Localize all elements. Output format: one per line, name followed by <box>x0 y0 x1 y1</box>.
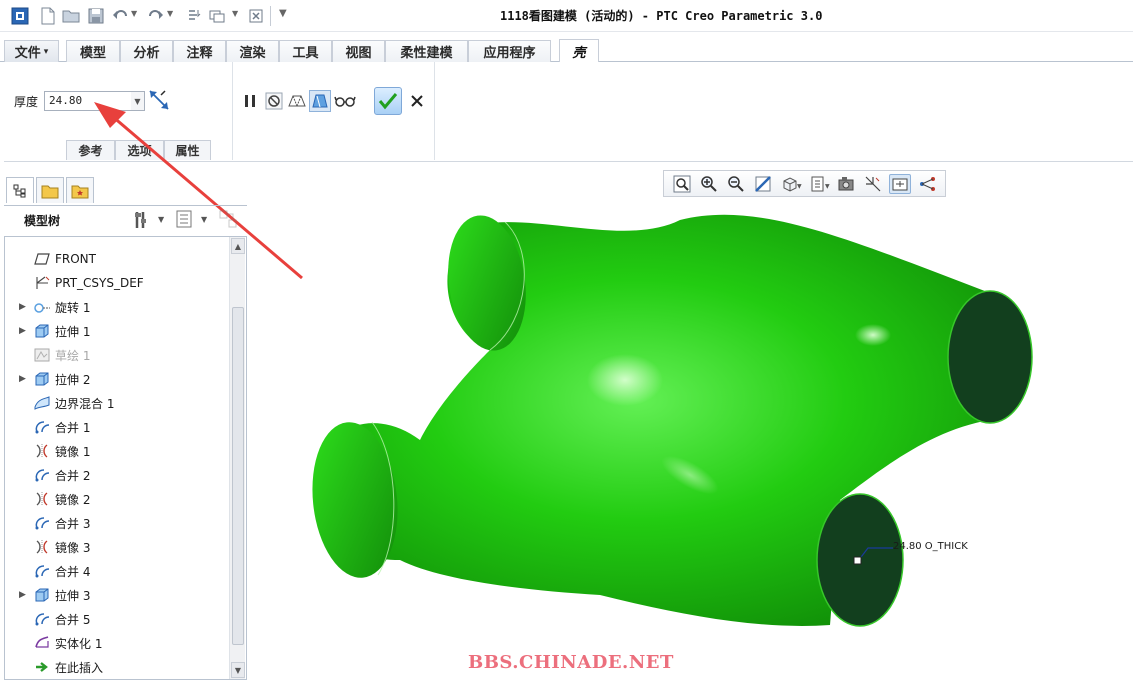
mirror-icon <box>33 490 51 508</box>
tree-item-label: 合并 3 <box>55 516 91 531</box>
tree-item[interactable]: ▶ 拉伸 2 <box>5 367 229 391</box>
merge-icon <box>33 610 51 628</box>
tree-scrollbar[interactable]: ▲ ▼ <box>229 237 245 679</box>
scroll-up-icon[interactable]: ▲ <box>231 238 245 254</box>
tree-item[interactable]: ▶ 拉伸 3 <box>5 583 229 607</box>
tree-item-label: PRT_CSYS_DEF <box>55 276 144 290</box>
tree-item[interactable]: 合并 4 <box>5 559 229 583</box>
model-tree-header: 模型树 ▼ ▼ <box>4 205 247 233</box>
revolve-icon <box>33 298 51 316</box>
tree-item[interactable]: 实体化 1 <box>5 631 229 655</box>
display-style-dropdown-icon[interactable]: ▼ <box>797 183 802 190</box>
tree-item-label: FRONT <box>55 252 96 266</box>
zoom-out-icon[interactable] <box>725 174 747 194</box>
thickness-dimension-label[interactable]: 24.80 O_THICK <box>893 541 968 552</box>
tree-item[interactable]: PRT_CSYS_DEF <box>5 271 229 295</box>
tree-item[interactable]: 合并 1 <box>5 415 229 439</box>
model-tree: FRONT PRT_CSYS_DEF ▶ 旋转 1 ▶ 拉伸 1 草绘 1 ▶ 拉伸 2 边界混合… <box>4 236 247 680</box>
refit-icon[interactable] <box>671 174 693 194</box>
tree-tab-icon <box>13 184 26 197</box>
tree-item[interactable]: FRONT <box>5 247 229 271</box>
expand-arrow-icon[interactable]: ▶ <box>19 374 26 384</box>
cap-right-top[interactable] <box>947 290 1033 424</box>
tree-item[interactable]: 合并 3 <box>5 511 229 535</box>
mirror-icon <box>33 442 51 460</box>
specular-highlight <box>855 324 891 346</box>
favorites-tab[interactable] <box>66 177 94 203</box>
scroll-down-icon[interactable]: ▼ <box>231 662 245 678</box>
tree-item-label: 镜像 2 <box>55 492 91 507</box>
tree-item-label: 边界混合 1 <box>55 396 115 411</box>
zoom-in-icon[interactable] <box>698 174 720 194</box>
tree-item-label: 合并 5 <box>55 612 91 627</box>
folder-icon <box>41 185 59 198</box>
tree-item[interactable]: 草绘 1 <box>5 343 229 367</box>
tree-columns-dropdown-icon[interactable]: ▼ <box>201 215 207 224</box>
extrude-icon <box>33 322 51 340</box>
tree-item-label: 拉伸 1 <box>55 324 91 339</box>
navigator-tabs <box>4 175 247 205</box>
folder-browser-tab[interactable] <box>36 177 64 203</box>
datum-plane-icon <box>33 250 51 268</box>
tree-item-label: 合并 1 <box>55 420 91 435</box>
tree-item-label: 拉伸 3 <box>55 588 91 603</box>
model-tree-tab[interactable] <box>6 177 34 203</box>
view-manager-icon[interactable] <box>835 174 857 194</box>
merge-icon <box>33 562 51 580</box>
tree-columns-icon[interactable] <box>176 210 194 230</box>
tree-item-label: 合并 2 <box>55 468 91 483</box>
solidify-icon <box>33 634 51 652</box>
expand-arrow-icon[interactable]: ▶ <box>19 302 26 312</box>
tree-item-label: 合并 4 <box>55 564 91 579</box>
tree-item[interactable]: 镜像 1 <box>5 439 229 463</box>
tree-item-label: 草绘 1 <box>55 348 91 363</box>
mirror-icon <box>33 538 51 556</box>
csys-icon <box>33 274 51 292</box>
tree-filter-icon[interactable] <box>219 210 239 230</box>
tree-settings-icon[interactable] <box>132 210 152 230</box>
saved-orientations-dropdown-icon[interactable]: ▼ <box>825 183 830 190</box>
graphics-viewport[interactable] <box>250 200 1133 684</box>
tree-item[interactable]: 镜像 3 <box>5 535 229 559</box>
tree-item[interactable]: ▶ 旋转 1 <box>5 295 229 319</box>
merge-icon <box>33 418 51 436</box>
merge-icon <box>33 514 51 532</box>
tree-item[interactable]: 在此插入 <box>5 655 229 679</box>
expand-arrow-icon[interactable]: ▶ <box>19 326 26 336</box>
spin-center-icon[interactable] <box>889 174 911 194</box>
insert-here-icon <box>33 658 51 676</box>
tree-item[interactable]: 合并 5 <box>5 607 229 631</box>
shell-model-body[interactable] <box>315 214 1030 626</box>
annotation-display-icon[interactable] <box>917 174 939 194</box>
model-tree-title: 模型树 <box>24 214 61 228</box>
tree-item-label: 镜像 1 <box>55 444 91 459</box>
datum-display-icon[interactable] <box>862 174 884 194</box>
specular-highlight <box>587 354 663 406</box>
graphics-toolbar: ▼ ▼ <box>663 170 946 197</box>
tree-item-label: 旋转 1 <box>55 300 91 315</box>
repaint-icon[interactable] <box>752 174 774 194</box>
tree-item[interactable]: 合并 2 <box>5 463 229 487</box>
merge-icon <box>33 466 51 484</box>
expand-arrow-icon[interactable]: ▶ <box>19 590 26 600</box>
tree-item[interactable]: 镜像 2 <box>5 487 229 511</box>
tree-item-label: 镜像 3 <box>55 540 91 555</box>
extrude-icon <box>33 370 51 388</box>
sketch-icon <box>33 346 51 364</box>
favorites-folder-icon <box>71 185 89 198</box>
tree-item-label: 拉伸 2 <box>55 372 91 387</box>
tree-item-label: 实体化 1 <box>55 636 103 651</box>
extrude-icon <box>33 586 51 604</box>
scroll-thumb[interactable] <box>232 307 244 645</box>
tree-item[interactable]: ▶ 拉伸 1 <box>5 319 229 343</box>
drag-handle[interactable] <box>853 556 862 565</box>
tree-settings-dropdown-icon[interactable]: ▼ <box>158 215 164 224</box>
watermark: BBS.CHINADE.NET <box>468 652 674 673</box>
boundary-blend-icon <box>33 394 51 412</box>
tree-item[interactable]: 边界混合 1 <box>5 391 229 415</box>
tree-item-label: 在此插入 <box>55 660 104 675</box>
